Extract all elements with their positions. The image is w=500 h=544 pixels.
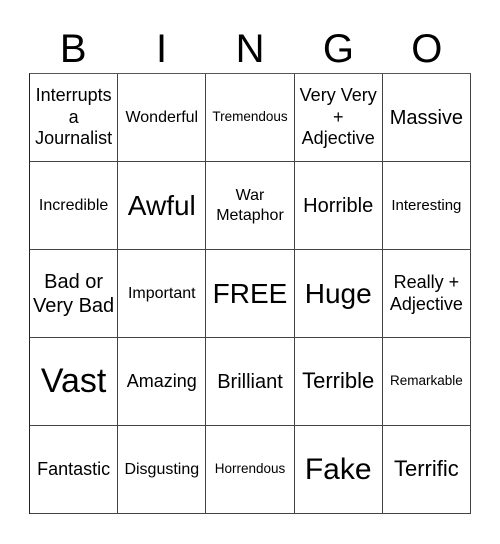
cell-label: Disgusting — [124, 460, 200, 478]
bingo-cell[interactable]: Vast — [30, 338, 119, 426]
cell-label: Tremendous — [212, 109, 288, 125]
bingo-cell[interactable]: Horrible — [294, 162, 383, 250]
cell-label: Terrific — [394, 456, 459, 482]
bingo-cell[interactable]: Awful — [118, 162, 207, 250]
bingo-cell[interactable]: Horrendous — [206, 426, 295, 514]
cell-label: Fantastic — [37, 458, 111, 479]
bingo-header: B I N G O — [29, 24, 471, 74]
bingo-cell[interactable]: Really + Adjective — [382, 250, 471, 338]
bingo-cell[interactable]: Fantastic — [30, 426, 119, 514]
bingo-cell[interactable]: Bad or Very Bad — [30, 250, 119, 338]
bingo-cell[interactable]: Interesting — [382, 162, 471, 250]
bingo-cell[interactable]: Massive — [382, 74, 471, 162]
cell-label: Vast — [40, 362, 107, 401]
cell-label: Terrible — [302, 368, 375, 394]
bingo-cell[interactable]: Amazing — [118, 338, 207, 426]
header-letter-i: I — [156, 27, 168, 71]
cell-label: Interesting — [391, 196, 462, 214]
cell-label: Bad or Very Bad — [33, 270, 115, 317]
header-letter-n: N — [235, 27, 265, 71]
bingo-cell[interactable]: Tremendous — [206, 74, 295, 162]
bingo-cell[interactable]: Incredible — [30, 162, 119, 250]
free-space-cell[interactable]: FREE — [206, 250, 295, 338]
cell-label: Amazing — [126, 370, 197, 391]
bingo-cell[interactable]: Remarkable — [382, 338, 471, 426]
cell-label: Horrendous — [214, 461, 286, 477]
bingo-cell[interactable]: War Metaphor — [206, 162, 295, 250]
bingo-board: Interrupts a Journalist Wonderful Tremen… — [29, 73, 471, 514]
bingo-cell[interactable]: Fake — [294, 426, 383, 514]
cell-label: Brilliant — [217, 370, 283, 393]
bingo-cell[interactable]: Disgusting — [118, 426, 207, 514]
cell-label: Important — [127, 284, 196, 302]
cell-label: Horrible — [303, 194, 374, 217]
bingo-cell[interactable]: Very Very + Adjective — [294, 74, 383, 162]
header-letter-g: G — [322, 27, 354, 71]
cell-label: War Metaphor — [216, 187, 284, 224]
bingo-cell[interactable]: Interrupts a Journalist — [30, 74, 119, 162]
bingo-cell[interactable]: Terrific — [382, 426, 471, 514]
cell-label: Interrupts a Journalist — [35, 85, 113, 149]
cell-label: Very Very + Adjective — [299, 85, 377, 149]
cell-label: Massive — [389, 106, 464, 129]
cell-label: Remarkable — [390, 373, 463, 389]
cell-label: Wonderful — [125, 108, 199, 126]
bingo-cell[interactable]: Huge — [294, 250, 383, 338]
cell-label: Huge — [304, 277, 372, 309]
free-space-label: FREE — [212, 277, 288, 309]
bingo-cell[interactable]: Important — [118, 250, 207, 338]
bingo-cell[interactable]: Wonderful — [118, 74, 207, 162]
bingo-cell[interactable]: Brilliant — [206, 338, 295, 426]
cell-label: Awful — [127, 189, 196, 221]
cell-label: Incredible — [38, 196, 109, 214]
bingo-cell[interactable]: Terrible — [294, 338, 383, 426]
cell-label: Fake — [304, 452, 372, 486]
cell-label: Really + Adjective — [389, 271, 463, 314]
header-letter-o: O — [411, 27, 443, 71]
header-letter-b: B — [59, 27, 87, 71]
